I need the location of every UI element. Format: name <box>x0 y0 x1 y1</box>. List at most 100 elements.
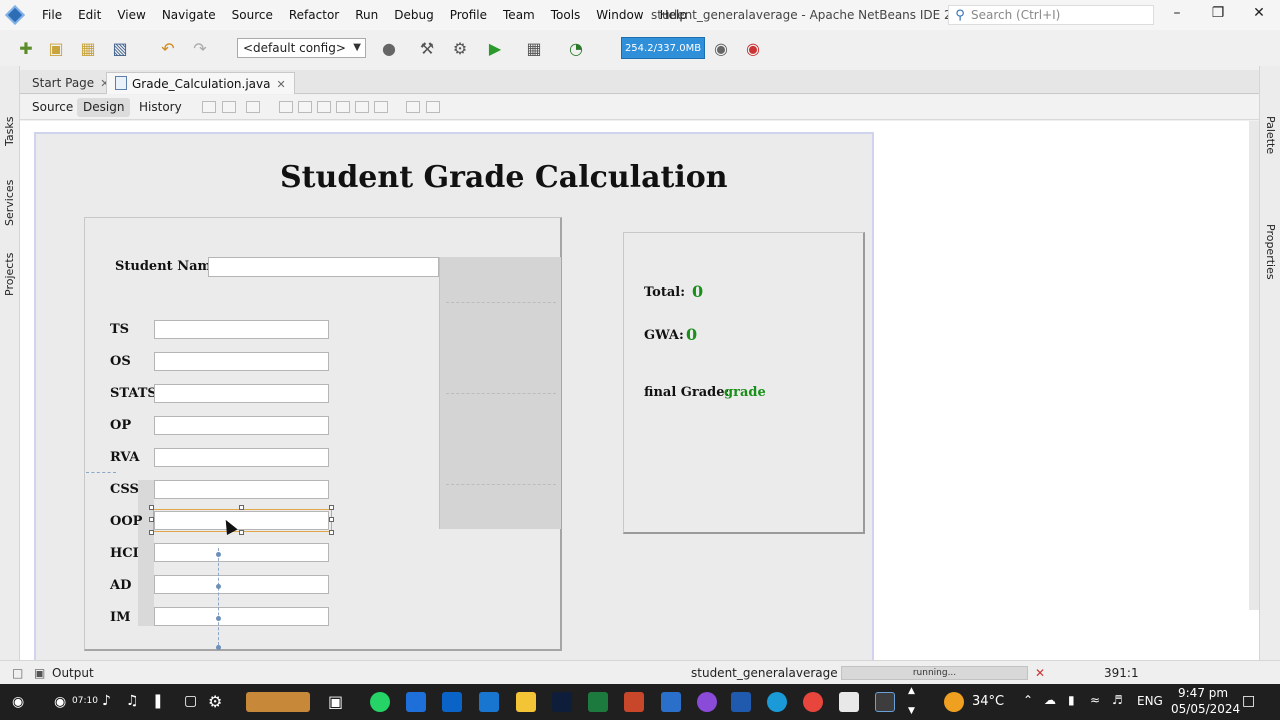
new-project-icon[interactable]: ▣ <box>46 38 66 58</box>
menu-run[interactable]: Run <box>347 8 386 22</box>
output-tab[interactable]: Output <box>52 666 94 680</box>
sidebar-tab-services[interactable]: Services <box>3 180 16 226</box>
hci-field[interactable] <box>154 543 329 562</box>
menu-file[interactable]: File <box>34 8 70 22</box>
redo-icon[interactable]: ↷ <box>190 38 210 58</box>
resize-handle[interactable] <box>239 530 244 535</box>
menu-navigate[interactable]: Navigate <box>154 8 224 22</box>
record-icon[interactable]: ◉ <box>54 694 66 710</box>
word-icon[interactable] <box>731 692 751 712</box>
resize-horizontal-icon[interactable] <box>406 101 420 113</box>
menu-refactor[interactable]: Refactor <box>281 8 347 22</box>
resize-handle[interactable] <box>149 505 154 510</box>
memory-indicator[interactable]: 254.2/337.0MB <box>621 37 705 59</box>
profile-icon[interactable]: ◔ <box>566 38 586 58</box>
resize-handle[interactable] <box>329 505 334 510</box>
save-all-icon[interactable]: ▧ <box>110 38 130 58</box>
camera-icon[interactable]: ◉ <box>12 694 24 710</box>
edge-icon[interactable] <box>767 692 787 712</box>
language-indicator[interactable]: ENG <box>1137 694 1163 708</box>
folder-icon[interactable] <box>516 692 536 712</box>
css-field[interactable] <box>154 480 329 499</box>
ad-field[interactable] <box>154 575 329 594</box>
menu-window[interactable]: Window <box>588 8 651 22</box>
wifi-icon[interactable]: ≈ <box>1090 693 1100 707</box>
maximize-button[interactable]: ❐ <box>1203 5 1233 21</box>
chrome-icon[interactable] <box>803 692 823 712</box>
powerpoint-icon[interactable] <box>624 692 644 712</box>
settings-gear-icon[interactable]: ⚙ <box>208 692 222 711</box>
microphone-icon[interactable]: ♪ <box>102 693 111 709</box>
stop-profile-icon[interactable]: ◉ <box>743 38 763 58</box>
file-explorer-icon[interactable] <box>406 692 426 712</box>
stats-field[interactable] <box>154 384 329 403</box>
os-field[interactable] <box>154 352 329 371</box>
resize-handle[interactable] <box>149 517 154 522</box>
selection-mode-icon[interactable] <box>202 101 216 113</box>
align-top-icon[interactable] <box>336 101 350 113</box>
sidebar-tab-tasks[interactable]: Tasks <box>3 117 16 146</box>
weather-icon[interactable] <box>944 692 964 712</box>
search-widget-icon[interactable] <box>246 692 310 712</box>
task-view-icon[interactable]: ▣ <box>328 692 343 711</box>
align-bottom-icon[interactable] <box>355 101 369 113</box>
menu-debug[interactable]: Debug <box>386 8 441 22</box>
clock-time[interactable]: 9:47 pm <box>1178 686 1228 700</box>
speaker-icon[interactable]: ♬ <box>1112 693 1123 707</box>
sidebar-tab-palette[interactable]: Palette <box>1264 116 1277 154</box>
align-right-icon[interactable] <box>298 101 312 113</box>
minimize-button[interactable]: – <box>1162 5 1192 21</box>
undo-icon[interactable]: ↶ <box>158 38 178 58</box>
sidebar-tab-projects[interactable]: Projects <box>3 253 16 296</box>
new-file-icon[interactable]: ✚ <box>16 38 36 58</box>
mail-icon[interactable] <box>479 692 499 712</box>
chevron-up-icon[interactable]: ▲ <box>908 686 915 696</box>
op-field[interactable] <box>154 416 329 435</box>
gc-icon[interactable]: ◉ <box>711 38 731 58</box>
im-field[interactable] <box>154 607 329 626</box>
menu-team[interactable]: Team <box>495 8 543 22</box>
align-center-icon[interactable] <box>317 101 331 113</box>
notification-icon[interactable]: □ <box>1242 693 1255 709</box>
volume-icon[interactable]: ♫ <box>126 693 139 709</box>
subtab-design[interactable]: Design <box>77 98 131 117</box>
resize-handle[interactable] <box>239 505 244 510</box>
security-icon[interactable] <box>661 692 681 712</box>
restore-window-icon[interactable]: □ <box>12 666 23 680</box>
netbeans-taskbar-icon[interactable] <box>875 692 895 712</box>
connection-mode-icon[interactable] <box>222 101 236 113</box>
store-icon[interactable] <box>442 692 462 712</box>
messenger-icon[interactable] <box>697 692 717 712</box>
resize-handle[interactable] <box>329 517 334 522</box>
subtab-source[interactable]: Source <box>26 98 79 117</box>
menu-tools[interactable]: Tools <box>543 8 589 22</box>
menu-profile[interactable]: Profile <box>442 8 495 22</box>
close-icon[interactable]: ✕ <box>277 78 286 91</box>
subtab-history[interactable]: History <box>133 98 188 117</box>
photoshop-icon[interactable] <box>552 692 572 712</box>
tab-grade-calculation[interactable]: Grade_Calculation.java ✕ <box>106 72 295 94</box>
search-input[interactable]: ⚲ Search (Ctrl+I) <box>948 5 1154 25</box>
build-hammer-icon[interactable]: ⚒ <box>417 38 437 58</box>
java-icon[interactable] <box>839 692 859 712</box>
whatsapp-icon[interactable] <box>370 692 390 712</box>
battery-icon[interactable]: ▮ <box>1068 693 1075 707</box>
ts-field[interactable] <box>154 320 329 339</box>
stop-process-icon[interactable]: ✕ <box>1035 666 1045 680</box>
menu-view[interactable]: View <box>109 8 153 22</box>
chevron-down-icon[interactable]: ▼ <box>908 706 915 716</box>
student-name-field[interactable] <box>208 257 439 277</box>
tab-start-page[interactable]: Start Page ✕ <box>24 72 117 94</box>
open-project-icon[interactable]: ▦ <box>78 38 98 58</box>
align-middle-icon[interactable] <box>374 101 388 113</box>
clock-date[interactable]: 05/05/2024 <box>1171 702 1240 716</box>
tray-expand-icon[interactable]: ⌃ <box>1023 693 1033 707</box>
stop-icon[interactable]: ▢ <box>184 693 197 709</box>
clean-build-icon[interactable]: ⚙ <box>450 38 470 58</box>
onedrive-icon[interactable]: ☁ <box>1044 693 1056 707</box>
resize-handle[interactable] <box>329 530 334 535</box>
debug-icon[interactable]: ▦ <box>524 38 544 58</box>
close-window-button[interactable]: ✕ <box>1244 5 1274 21</box>
rva-field[interactable] <box>154 448 329 467</box>
resize-vertical-icon[interactable] <box>426 101 440 113</box>
